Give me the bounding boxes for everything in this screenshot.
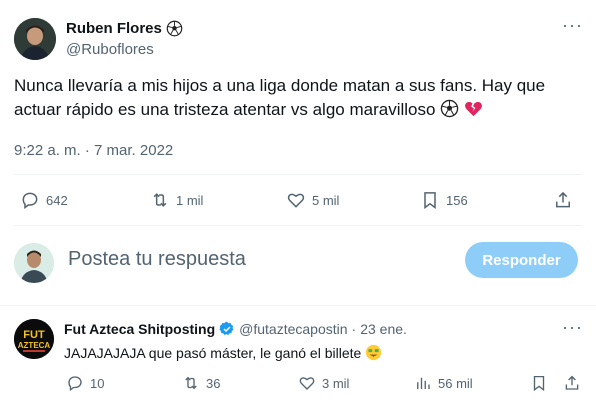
reply-tweet-reply-action[interactable]: 10 bbox=[66, 374, 104, 392]
reply-tweet: FUT AZTECA Fut Azteca Shitposting @futaz… bbox=[0, 306, 596, 407]
bookmark-icon bbox=[424, 192, 436, 209]
reply-author-avatar[interactable]: FUT AZTECA bbox=[14, 319, 54, 359]
user-avatar-image bbox=[14, 243, 54, 283]
reply-input[interactable]: Postea tu respuesta bbox=[68, 248, 246, 271]
views-count: 56 mil bbox=[438, 375, 473, 391]
share-action[interactable] bbox=[553, 190, 573, 210]
like-icon bbox=[287, 193, 305, 208]
broken-heart-icon bbox=[464, 101, 482, 117]
tweet-timestamp[interactable]: 9:22 a. m. · 7 mar. 2022 bbox=[14, 142, 173, 159]
repost-icon bbox=[185, 376, 197, 390]
reply-composer: Postea tu respuesta Responder bbox=[0, 226, 596, 306]
share-icon bbox=[556, 191, 570, 208]
repost-count: 1 mil bbox=[176, 192, 204, 208]
reply-icon bbox=[68, 376, 82, 392]
reply-tweet-like-action[interactable]: 3 mil bbox=[298, 374, 349, 392]
reply-tweet-repost-action[interactable]: 36 bbox=[182, 374, 220, 392]
share-icon bbox=[565, 375, 579, 390]
soccer-ball-icon bbox=[166, 20, 183, 37]
reply-button[interactable]: Responder bbox=[465, 242, 578, 278]
author-avatar-image bbox=[14, 18, 56, 60]
reply-tweet-text: JAJAJAJAJA que pasó máster, le ganó el b… bbox=[64, 344, 382, 361]
fut-azteca-logo: FUT AZTECA bbox=[14, 319, 54, 359]
author-handle[interactable]: @Ruboflores bbox=[66, 41, 154, 58]
repost-icon bbox=[153, 193, 167, 207]
reply-tweet-bookmark-action[interactable] bbox=[530, 374, 548, 392]
author-name[interactable]: Ruben Flores bbox=[66, 20, 183, 37]
soccer-ball-icon bbox=[440, 99, 459, 118]
money-face-emoji-icon bbox=[366, 344, 382, 361]
more-icon[interactable]: ··· bbox=[562, 318, 583, 336]
author-avatar[interactable] bbox=[14, 18, 56, 60]
bookmark-count: 156 bbox=[446, 192, 468, 208]
author-name-text[interactable]: Ruben Flores bbox=[66, 20, 162, 37]
like-action[interactable]: 5 mil bbox=[286, 190, 339, 210]
reply-action[interactable]: 642 bbox=[20, 190, 68, 210]
main-tweet: Ruben Flores @Ruboflores ··· Nunca lleva… bbox=[0, 0, 596, 226]
reply-icon bbox=[22, 192, 38, 209]
like-icon bbox=[299, 377, 315, 390]
reply-count: 642 bbox=[46, 192, 68, 208]
more-icon[interactable]: ··· bbox=[562, 16, 583, 34]
divider bbox=[14, 174, 582, 175]
views-icon bbox=[417, 377, 430, 389]
reply-tweet-views-action[interactable]: 56 mil bbox=[414, 374, 473, 392]
svg-text:FUT: FUT bbox=[23, 329, 45, 341]
bookmark-icon bbox=[533, 375, 545, 392]
reply-author-name[interactable]: Fut Azteca Shitposting bbox=[64, 321, 215, 337]
bookmark-action[interactable]: 156 bbox=[420, 190, 468, 210]
reply-author-handle[interactable]: @futaztecapostin bbox=[239, 321, 347, 337]
like-count: 3 mil bbox=[322, 375, 350, 391]
separator-dot: · bbox=[351, 321, 357, 337]
like-count: 5 mil bbox=[312, 192, 340, 208]
svg-text:AZTECA: AZTECA bbox=[18, 341, 51, 350]
user-avatar[interactable] bbox=[14, 243, 54, 283]
repost-count: 36 bbox=[206, 375, 221, 391]
reply-tweet-text-content: JAJAJAJAJA que pasó máster, le ganó el b… bbox=[64, 345, 362, 361]
reply-date[interactable]: 23 ene. bbox=[360, 321, 407, 337]
reply-tweet-share-action[interactable] bbox=[563, 374, 581, 392]
reply-count: 10 bbox=[90, 375, 105, 391]
repost-action[interactable]: 1 mil bbox=[150, 190, 203, 210]
reply-tweet-header: Fut Azteca Shitposting @futaztecapostin … bbox=[64, 321, 407, 337]
tweet-text: Nunca llevaría a mis hijos a una liga do… bbox=[14, 74, 574, 122]
verified-badge-icon bbox=[219, 321, 234, 335]
